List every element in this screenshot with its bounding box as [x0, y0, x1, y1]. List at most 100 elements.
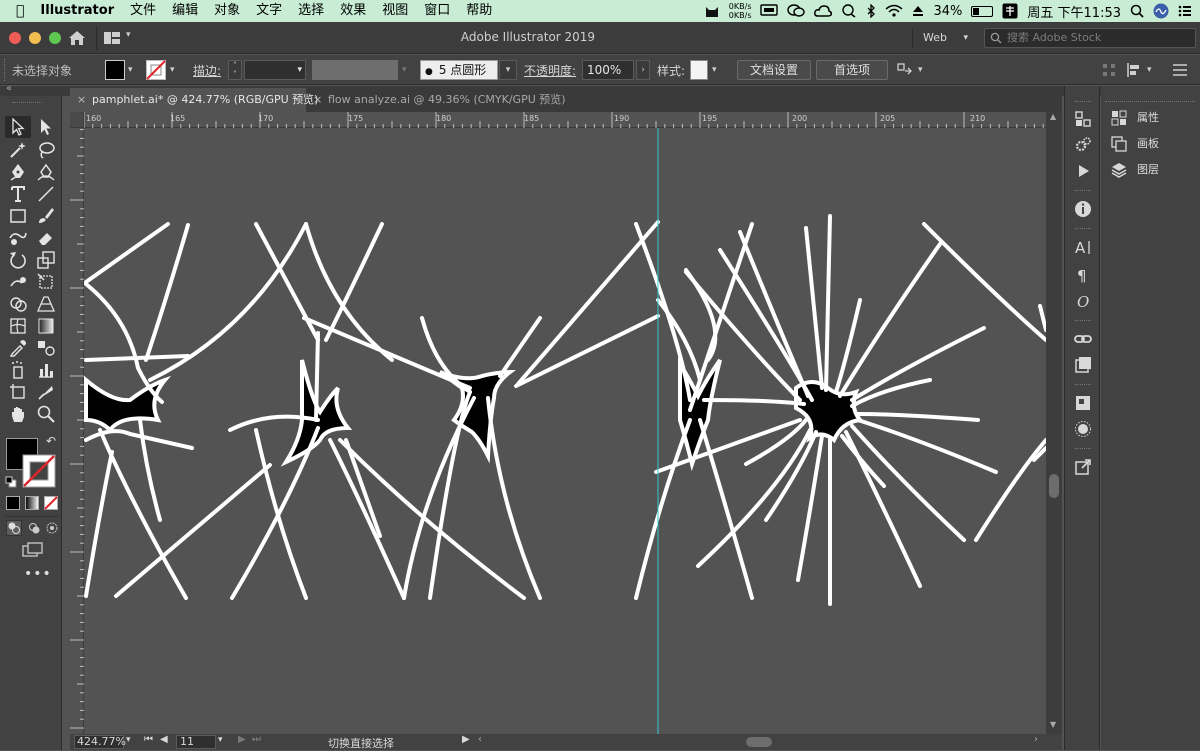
- swap-fill-stroke-icon[interactable]: ↶: [46, 434, 56, 448]
- siri-icon[interactable]: [1153, 3, 1169, 19]
- close-tab-icon[interactable]: ×: [77, 88, 86, 112]
- variable-width-profile[interactable]: [312, 60, 398, 80]
- scroll-down-icon[interactable]: ▼: [1050, 720, 1056, 729]
- rectangle-tool-icon[interactable]: [8, 206, 28, 226]
- stroke-weight-input[interactable]: ▾: [244, 60, 306, 80]
- rotate-tool-icon[interactable]: [8, 250, 28, 270]
- collapse-tools-icon[interactable]: «: [6, 83, 12, 94]
- opacity-input[interactable]: 100%: [582, 60, 634, 80]
- align-panel-icon[interactable]: [1074, 110, 1092, 128]
- free-transform-tool-icon[interactable]: [36, 272, 56, 292]
- network-shape-4[interactable]: [634, 222, 802, 600]
- properties-panel-tab[interactable]: 属性: [1111, 108, 1159, 128]
- screen-mode-icon[interactable]: [22, 542, 44, 558]
- creative-cloud-icon[interactable]: [814, 4, 833, 18]
- perspective-grid-tool-icon[interactable]: [36, 294, 56, 314]
- zoom-dropdown-chevron-icon[interactable]: ▾: [126, 735, 131, 745]
- menu-file[interactable]: 文件: [122, 0, 164, 22]
- close-tab-icon[interactable]: ×: [313, 88, 322, 112]
- edit-toolbar-icon[interactable]: •••: [24, 566, 52, 582]
- eraser-tool-icon[interactable]: [36, 228, 56, 248]
- asset-export-icon[interactable]: [1074, 356, 1092, 374]
- appearance-sun-icon[interactable]: [1074, 420, 1092, 438]
- wechat-icon[interactable]: [787, 4, 806, 18]
- align-to-icon[interactable]: [896, 62, 912, 78]
- opacity-flyout-button[interactable]: ›: [636, 60, 650, 80]
- transform-grid-icon[interactable]: [1102, 63, 1116, 77]
- slice-tool-icon[interactable]: [36, 382, 56, 402]
- vertical-scroll-thumb[interactable]: [1049, 474, 1059, 498]
- opentype-panel-icon[interactable]: O: [1074, 292, 1092, 311]
- align-objects-icon[interactable]: [1126, 62, 1142, 78]
- clock[interactable]: 周五 下午11:53: [1027, 2, 1121, 21]
- symbol-sprayer-tool-icon[interactable]: [8, 360, 28, 380]
- display-icon[interactable]: [760, 4, 779, 18]
- settings-gear-icon[interactable]: [1074, 136, 1092, 154]
- export-arrow-icon[interactable]: [1074, 458, 1092, 476]
- align-dropdown-chevron-icon[interactable]: ▾: [918, 65, 923, 75]
- status-menu-arrow-icon[interactable]: ▶: [462, 734, 470, 745]
- draw-inside-icon[interactable]: [44, 520, 60, 536]
- zoom-tool-icon[interactable]: [36, 404, 56, 424]
- artboard-tool-icon[interactable]: [8, 382, 28, 402]
- column-graph-tool-icon[interactable]: [36, 360, 56, 380]
- brush-definition-dropdown[interactable]: ● 5 点圆形: [420, 60, 498, 80]
- menu-window[interactable]: 窗口: [416, 0, 458, 22]
- battery-icon[interactable]: [971, 5, 994, 17]
- workspace-switcher[interactable]: Web ▾: [912, 28, 974, 48]
- selection-tool-icon[interactable]: [8, 117, 28, 137]
- pen-tool-icon[interactable]: [8, 162, 28, 182]
- paragraph-panel-icon[interactable]: ¶: [1074, 266, 1092, 285]
- wifi-icon[interactable]: [885, 4, 903, 18]
- network-shape-2[interactable]: [148, 222, 406, 600]
- stroke-label[interactable]: 描边:: [193, 62, 221, 79]
- warp-tool-icon[interactable]: [8, 272, 28, 292]
- tab-flow-analyze[interactable]: × flow analyze.ai @ 49.36% (CMYK/GPU 预览): [306, 88, 566, 112]
- shape-builder-tool-icon[interactable]: [8, 294, 28, 314]
- scroll-up-icon[interactable]: ▲: [1050, 112, 1056, 121]
- stroke-swatch-large[interactable]: [22, 454, 56, 488]
- profile-dropdown-chevron-icon[interactable]: ▾: [402, 65, 407, 75]
- layers-panel-tab[interactable]: 图层: [1111, 160, 1159, 180]
- stroke-none-swatch[interactable]: [146, 60, 166, 80]
- scroll-left-icon[interactable]: ‹: [478, 734, 482, 745]
- stroke-dropdown-chevron-icon[interactable]: ▾: [170, 65, 175, 75]
- libraries-panel-icon[interactable]: [1074, 394, 1092, 412]
- search-chat-icon[interactable]: [841, 4, 857, 18]
- document-setup-button[interactable]: 文档设置: [737, 60, 811, 80]
- menu-edit[interactable]: 编辑: [164, 0, 206, 22]
- shaper-tool-icon[interactable]: [8, 228, 28, 248]
- last-artboard-icon[interactable]: ⏭: [252, 734, 261, 745]
- horizontal-ruler[interactable]: 160 165 170 175 180 185 190 195 200 205 …: [84, 112, 1046, 128]
- horizontal-scroll-thumb[interactable]: [746, 737, 772, 747]
- vertical-ruler[interactable]: [70, 112, 84, 734]
- type-tool-icon[interactable]: [8, 184, 28, 204]
- network-shape-1[interactable]: [84, 222, 272, 600]
- artboard-number-input[interactable]: 11: [176, 735, 216, 749]
- next-artboard-icon[interactable]: ▶: [238, 734, 246, 745]
- cat-app-icon[interactable]: [704, 4, 720, 18]
- curvature-tool-icon[interactable]: [36, 162, 56, 182]
- links-panel-icon[interactable]: [1074, 330, 1092, 348]
- scale-tool-icon[interactable]: [36, 250, 56, 270]
- menu-view[interactable]: 视图: [374, 0, 416, 22]
- scroll-right-icon[interactable]: ›: [1034, 734, 1038, 745]
- character-panel-icon[interactable]: A: [1074, 238, 1092, 257]
- menu-object[interactable]: 对象: [206, 0, 248, 22]
- blend-tool-icon[interactable]: [36, 338, 56, 358]
- mesh-tool-icon[interactable]: [8, 316, 28, 336]
- gradient-mode-button[interactable]: [25, 496, 39, 510]
- gradient-tool-icon[interactable]: [36, 316, 56, 336]
- eject-icon[interactable]: [912, 4, 924, 18]
- magic-wand-tool-icon[interactable]: [8, 140, 28, 160]
- line-segment-tool-icon[interactable]: [36, 184, 56, 204]
- first-artboard-icon[interactable]: ⏮: [144, 734, 153, 745]
- artboard-canvas[interactable]: [84, 128, 1046, 734]
- spotlight-icon[interactable]: [1130, 4, 1144, 18]
- stroke-weight-stepper[interactable]: ˄ ˅: [228, 60, 242, 80]
- fill-color-swatch[interactable]: [105, 60, 125, 80]
- menu-select[interactable]: 选择: [290, 0, 332, 22]
- actions-play-icon[interactable]: [1074, 162, 1092, 180]
- graphic-style-swatch[interactable]: [690, 60, 708, 80]
- ruler-origin[interactable]: [70, 112, 84, 128]
